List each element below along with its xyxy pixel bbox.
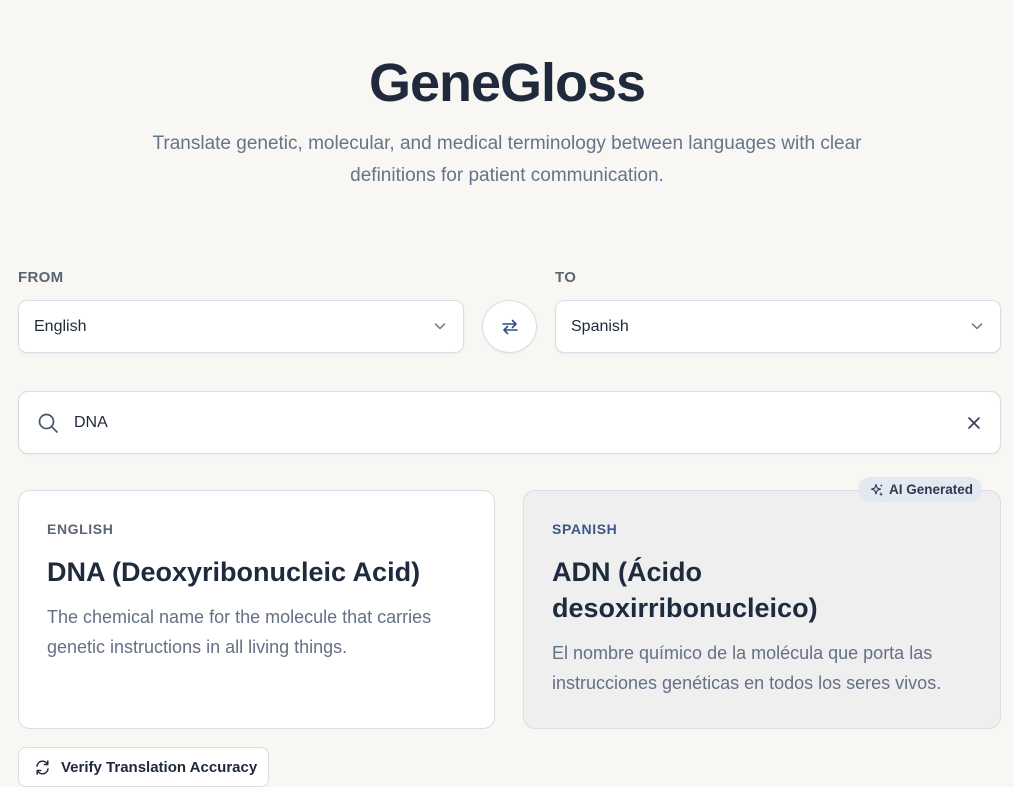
target-language-label: SPANISH xyxy=(552,521,618,537)
target-term-card: SPANISH ADN (Ácido desoxirribonucleico) … xyxy=(523,490,1001,729)
app-title: GeneGloss xyxy=(368,53,646,113)
verify-translation-button[interactable]: Verify Translation Accuracy xyxy=(18,747,269,787)
verify-button-label: Verify Translation Accuracy xyxy=(61,758,258,776)
source-definition: The chemical name for the molecule that … xyxy=(47,607,432,657)
app-subtitle: Translate genetic, molecular, and medica… xyxy=(152,133,862,186)
from-language-select[interactable]: English xyxy=(18,300,464,353)
source-language-label: ENGLISH xyxy=(47,521,114,537)
to-label: TO xyxy=(555,269,577,286)
search-icon xyxy=(38,413,58,433)
to-language-select[interactable]: Spanish xyxy=(555,300,1001,353)
genegloss-page: GeneGloss Translate genetic, molecular, … xyxy=(0,0,1014,787)
ai-badge-label: AI Generated xyxy=(889,482,974,497)
source-term: DNA (Deoxyribonucleic Acid) xyxy=(47,557,421,587)
refresh-icon xyxy=(36,759,49,775)
search-input[interactable] xyxy=(74,404,934,442)
sparkles-icon xyxy=(870,483,883,496)
ai-generated-badge: AI Generated xyxy=(858,477,982,502)
close-icon[interactable] xyxy=(966,415,982,431)
swap-languages-button[interactable] xyxy=(482,300,537,353)
target-definition: El nombre químico de la molécula que por… xyxy=(552,643,942,693)
chevron-down-icon xyxy=(971,323,983,330)
source-term-card: ENGLISH DNA (Deoxyribonucleic Acid) The … xyxy=(18,490,495,729)
from-language-value: English xyxy=(34,317,87,335)
to-language-value: Spanish xyxy=(571,317,629,335)
swap-arrows-icon xyxy=(501,319,518,334)
search-bar xyxy=(18,391,1001,454)
chevron-down-icon xyxy=(434,323,446,330)
from-label: FROM xyxy=(18,269,64,286)
target-term: ADN (Ácido desoxirribonucleico) xyxy=(552,557,818,623)
